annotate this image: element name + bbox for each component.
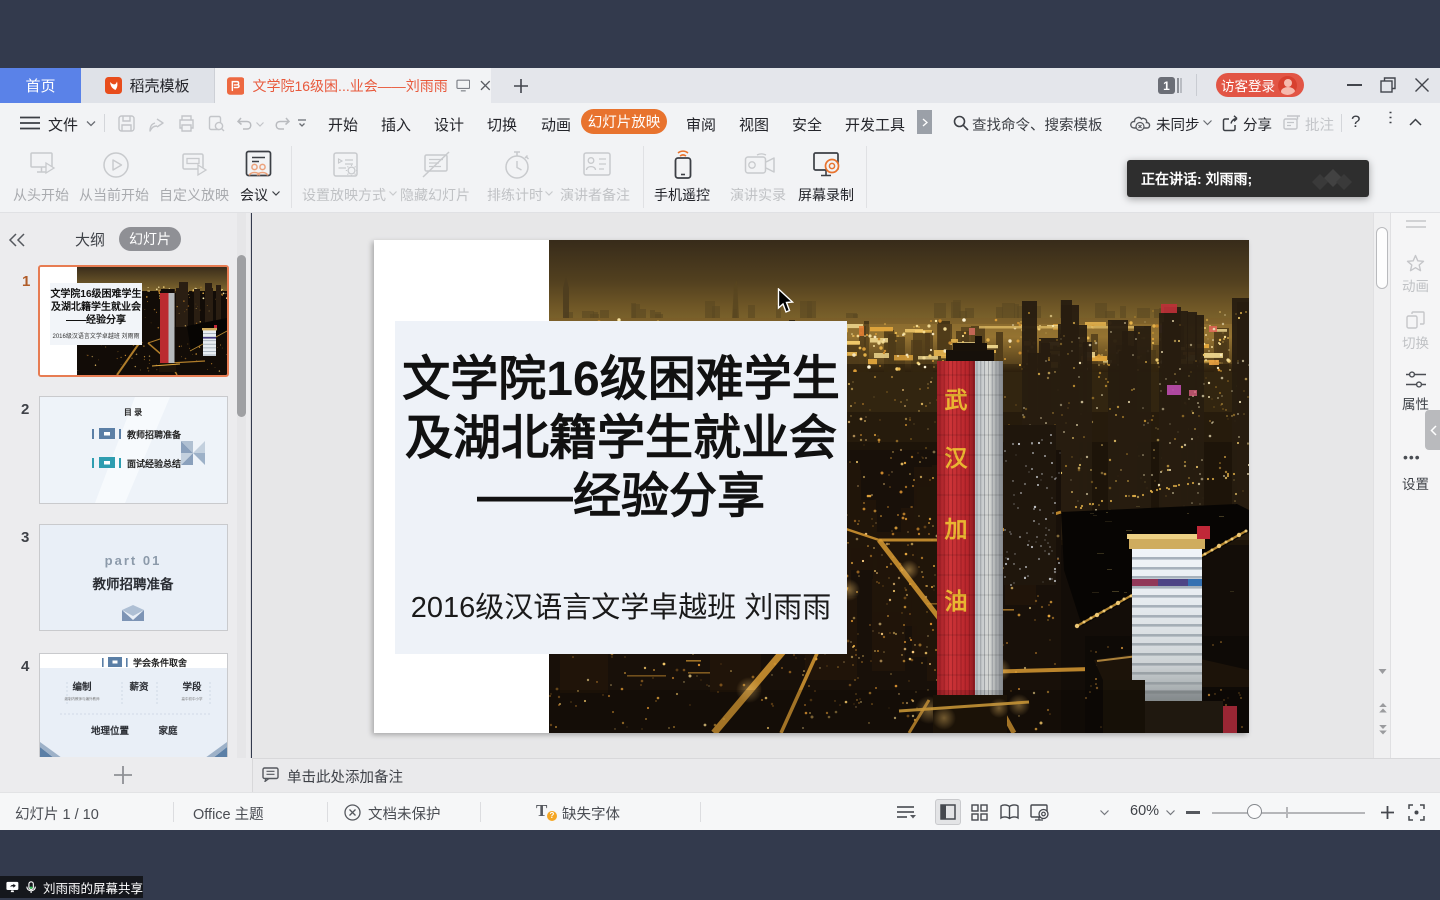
svg-text:目 录: 目 录: [124, 408, 142, 417]
svg-text:加: 加: [944, 516, 968, 542]
svg-text:教师招聘准备: 教师招聘准备: [126, 429, 182, 440]
svg-text:地理位置: 地理位置: [91, 725, 130, 737]
svg-text:家庭: 家庭: [158, 725, 178, 737]
svg-text:学会条件取舍: 学会条件取舍: [133, 657, 188, 668]
svg-text:——经验分享: ——经验分享: [66, 313, 126, 326]
svg-text:及湖北籍学生就业会: 及湖北籍学生就业会: [51, 300, 141, 313]
svg-text:part 01: part 01: [105, 553, 162, 568]
svg-text:编制内教师与编外教师: 编制内教师与编外教师: [65, 696, 100, 701]
svg-text:汉: 汉: [945, 445, 969, 471]
svg-text:教师招聘准备: 教师招聘准备: [93, 576, 174, 592]
svg-text:武: 武: [945, 387, 968, 413]
svg-text:薪资: 薪资: [129, 681, 149, 693]
svg-text:学段: 学段: [182, 681, 202, 693]
svg-text:高中初中小学: 高中初中小学: [182, 696, 203, 701]
svg-text:油: 油: [945, 588, 968, 614]
svg-text:面试经验总结: 面试经验总结: [127, 458, 181, 469]
svg-text:编制: 编制: [72, 681, 92, 693]
svg-text:文学院16级困难学生: 文学院16级困难学生: [50, 287, 141, 300]
svg-text:2016级汉语言文学卓越班 刘雨雨: 2016级汉语言文学卓越班 刘雨雨: [52, 332, 139, 340]
